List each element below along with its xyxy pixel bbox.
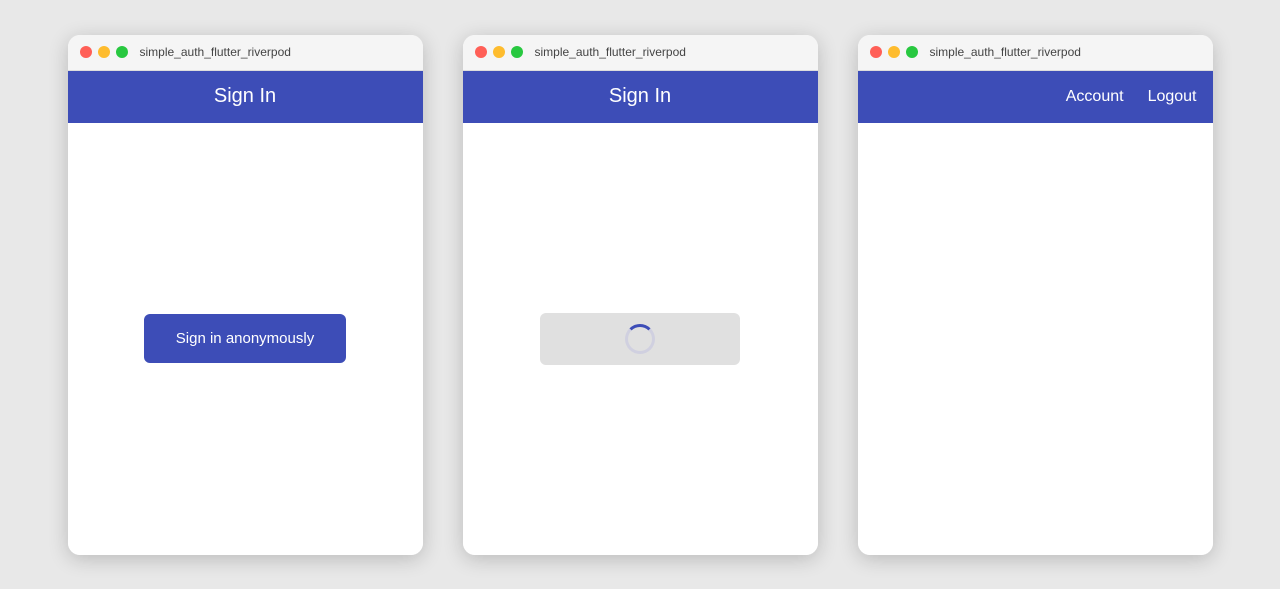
app-bar-title-2: Sign In (609, 85, 671, 108)
window-title-2: simple_auth_flutter_riverpod (535, 45, 686, 59)
maximize-icon[interactable] (906, 46, 918, 58)
maximize-icon[interactable] (116, 46, 128, 58)
screen2-frame: simple_auth_flutter_riverpod Sign In (463, 35, 818, 555)
screen1-content: Sign in anonymously (68, 123, 423, 555)
logout-button[interactable]: Logout (1148, 88, 1197, 106)
sign-in-anonymously-button[interactable]: Sign in anonymously (144, 314, 346, 363)
title-bar-2: simple_auth_flutter_riverpod (463, 35, 818, 71)
app-bar-1: Sign In (68, 71, 423, 123)
minimize-icon[interactable] (98, 46, 110, 58)
app-bar-3: Account Logout (858, 71, 1213, 123)
app-bar-title-1: Sign In (214, 85, 276, 108)
app-bar-actions: Account Logout (858, 88, 1213, 106)
app-bar-2: Sign In (463, 71, 818, 123)
title-bar-1: simple_auth_flutter_riverpod (68, 35, 423, 71)
account-button[interactable]: Account (1066, 88, 1124, 106)
screen3-frame: simple_auth_flutter_riverpod Account Log… (858, 35, 1213, 555)
close-icon[interactable] (870, 46, 882, 58)
window-title-1: simple_auth_flutter_riverpod (140, 45, 291, 59)
screen3-content (858, 123, 1213, 555)
maximize-icon[interactable] (511, 46, 523, 58)
close-icon[interactable] (80, 46, 92, 58)
minimize-icon[interactable] (493, 46, 505, 58)
title-bar-3: simple_auth_flutter_riverpod (858, 35, 1213, 71)
loading-spinner (625, 324, 655, 354)
screen2-content (463, 123, 818, 555)
minimize-icon[interactable] (888, 46, 900, 58)
window-title-3: simple_auth_flutter_riverpod (930, 45, 1081, 59)
loading-container (540, 313, 740, 365)
screen1-frame: simple_auth_flutter_riverpod Sign In Sig… (68, 35, 423, 555)
close-icon[interactable] (475, 46, 487, 58)
